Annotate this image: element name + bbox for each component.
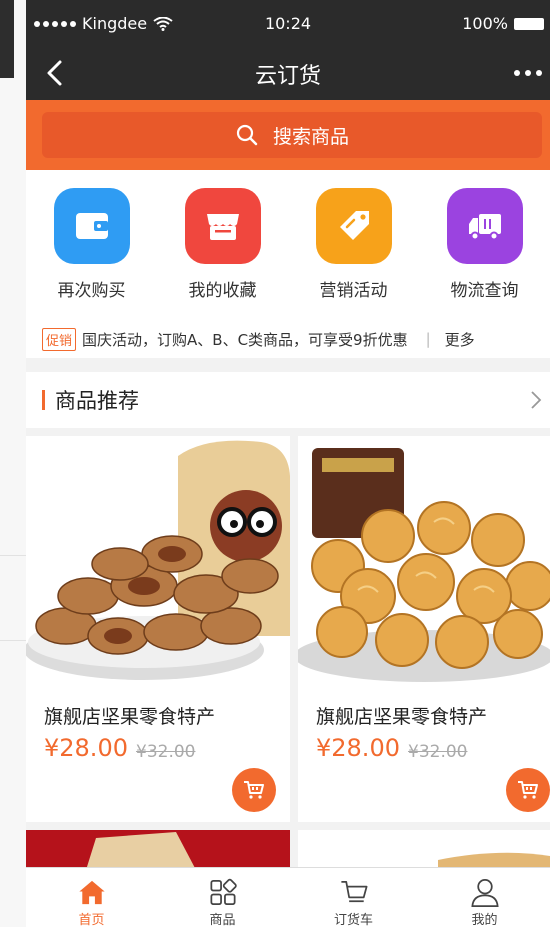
promo-more-link[interactable]: 更多 xyxy=(445,329,475,350)
add-to-cart-button[interactable] xyxy=(232,768,276,812)
product-original-price: ¥32.00 xyxy=(136,742,196,762)
truck-icon xyxy=(446,188,523,264)
product-card[interactable]: 旗舰店坚果零食特产 ¥28.00 ¥32.00 xyxy=(26,436,290,822)
promo-text: 国庆活动，订购A、B、C类商品，可享受9折优惠 xyxy=(82,330,408,349)
product-image[interactable] xyxy=(26,830,290,870)
tab-label: 商品 xyxy=(209,913,236,927)
promo-separator: | xyxy=(425,330,431,348)
background-window-bar xyxy=(0,0,14,78)
divider xyxy=(0,640,26,641)
battery-percent: 100% xyxy=(462,14,508,33)
product-name: 旗舰店坚果零食特产 xyxy=(316,706,488,728)
tab-home[interactable]: 首页 xyxy=(26,868,157,927)
quick-action-label: 物流查询 xyxy=(450,281,519,301)
quick-action-label: 我的收藏 xyxy=(188,281,257,301)
promo-tag: 促销 xyxy=(42,327,77,351)
battery: 100% xyxy=(462,14,544,33)
tab-label: 订货车 xyxy=(333,913,373,927)
add-to-cart-button[interactable] xyxy=(506,768,550,812)
tab-label: 我的 xyxy=(471,913,498,927)
product-card[interactable] xyxy=(26,830,290,870)
product-card[interactable]: 旗舰店坚果零食特产 ¥28.00 ¥32.00 xyxy=(298,436,550,822)
tab-cart[interactable]: 订货车 xyxy=(288,868,419,927)
wallet-icon xyxy=(53,188,130,264)
cart-icon xyxy=(340,880,367,903)
tab-bar: 首页 商品 订货车 我的 xyxy=(26,867,550,927)
quick-action-logistics[interactable]: 物流查询 xyxy=(419,170,550,320)
grid-icon xyxy=(209,878,237,906)
home-icon xyxy=(78,880,105,905)
cart-icon xyxy=(244,781,264,799)
quick-action-label: 营销活动 xyxy=(319,281,388,301)
promo-bar[interactable]: 促销 国庆活动，订购A、B、C类商品，可享受9折优惠 | 更多 xyxy=(26,320,550,358)
search-placeholder: 搜索商品 xyxy=(272,125,349,148)
search-input[interactable]: 搜索商品 xyxy=(42,112,542,158)
product-image[interactable] xyxy=(298,830,550,870)
tab-profile[interactable]: 我的 xyxy=(419,868,550,927)
product-image-snack-balls[interactable] xyxy=(298,436,550,688)
product-original-price: ¥32.00 xyxy=(408,742,468,762)
divider xyxy=(0,555,26,556)
battery-icon xyxy=(514,17,544,30)
nav-bar: 云订货 xyxy=(26,46,550,100)
status-bar: Kingdee 10:24 100% xyxy=(26,0,550,46)
store-icon xyxy=(184,188,261,264)
product-price: ¥28.00 xyxy=(316,734,400,762)
product-price: ¥28.00 xyxy=(44,734,128,762)
product-card[interactable] xyxy=(298,830,550,870)
search-icon xyxy=(236,124,258,146)
page-title: 云订货 xyxy=(254,64,321,89)
section-accent xyxy=(42,390,45,410)
background-window-strip xyxy=(0,0,27,927)
product-image-pecans[interactable] xyxy=(26,436,290,688)
phone-screen: Kingdee 10:24 100% 云订货 搜索商品 再次购买 我的收藏 营销… xyxy=(26,0,550,927)
quick-action-favorites[interactable]: 我的收藏 xyxy=(157,170,288,320)
quick-action-label: 再次购买 xyxy=(57,281,126,301)
section-title: 商品推荐 xyxy=(55,389,139,413)
product-name: 旗舰店坚果零食特产 xyxy=(44,706,216,728)
tab-label: 首页 xyxy=(78,913,105,927)
tag-icon xyxy=(315,188,392,264)
user-icon xyxy=(470,879,499,907)
tab-products[interactable]: 商品 xyxy=(157,868,288,927)
cart-icon xyxy=(518,781,538,799)
section-header[interactable]: 商品推荐 xyxy=(26,372,550,428)
quick-action-promotions[interactable]: 营销活动 xyxy=(288,170,419,320)
quick-action-reorder[interactable]: 再次购买 xyxy=(26,170,157,320)
quick-actions: 再次购买 我的收藏 营销活动 物流查询 xyxy=(26,170,550,320)
search-band: 搜索商品 xyxy=(26,100,550,170)
chevron-right-icon[interactable] xyxy=(526,388,546,412)
more-dots-icon[interactable] xyxy=(514,70,542,76)
